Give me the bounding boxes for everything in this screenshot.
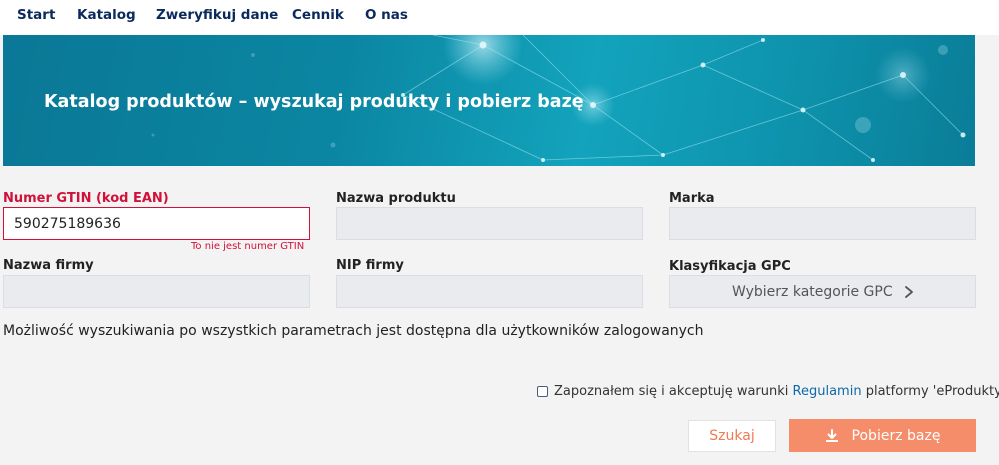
hero-banner: Katalog produktów – wyszukaj produkty i … — [3, 35, 975, 166]
download-database-button[interactable]: Pobierz bazę — [789, 419, 976, 452]
company-name-input[interactable] — [4, 276, 309, 307]
terms-checkbox[interactable] — [537, 385, 548, 397]
nav-item-katalog[interactable]: Katalog — [77, 7, 136, 23]
gpc-category-select[interactable]: Wybierz kategorie GPC — [669, 275, 976, 308]
company-name-field[interactable] — [3, 275, 310, 308]
product-name-field[interactable] — [336, 207, 643, 240]
nip-input[interactable] — [337, 276, 642, 307]
company-name-label: Nazwa firmy — [3, 258, 94, 273]
gtin-input[interactable] — [4, 208, 309, 239]
search-button-label: Szukaj — [709, 428, 755, 444]
download-button-label: Pobierz bazę — [851, 427, 941, 444]
search-button[interactable]: Szukaj — [688, 420, 776, 452]
nip-label: NIP firmy — [336, 258, 404, 273]
brand-field[interactable] — [669, 207, 976, 240]
top-navigation: Start Katalog Zweryfikuj dane Cennik O n… — [0, 0, 999, 35]
page-title: Katalog produktów – wyszukaj produkty i … — [44, 92, 584, 112]
brand-label: Marka — [669, 191, 715, 206]
gpc-label: Klasyfikacja GPC — [669, 259, 791, 274]
terms-text-before: Zapoznałem się i akceptuję warunki — [554, 383, 789, 399]
terms-text-after: platformy 'eProdukty' — [865, 383, 999, 399]
download-icon — [825, 428, 838, 442]
terms-acceptance: Zapoznałem się i akceptuję warunki Regul… — [537, 382, 999, 400]
product-name-input[interactable] — [337, 208, 642, 239]
gpc-select-placeholder: Wybierz kategorie GPC — [732, 284, 893, 300]
gtin-error-message: To nie jest numer GTIN — [191, 241, 305, 252]
nip-field[interactable] — [336, 275, 643, 308]
nav-item-cennik[interactable]: Cennik — [292, 7, 344, 23]
nav-item-o-nas[interactable]: O nas — [365, 7, 408, 23]
nav-item-zweryfikuj-dane[interactable]: Zweryfikuj dane — [156, 7, 278, 23]
gtin-field[interactable] — [3, 207, 310, 240]
gtin-label: Numer GTIN (kod EAN) — [3, 191, 169, 206]
product-name-label: Nazwa produktu — [336, 191, 456, 206]
login-info-text: Możliwość wyszukiwania po wszystkich par… — [3, 323, 704, 339]
nav-item-start[interactable]: Start — [17, 7, 55, 23]
chevron-right-icon — [905, 286, 913, 298]
regulamin-link[interactable]: Regulamin — [793, 384, 862, 399]
brand-input[interactable] — [670, 208, 975, 239]
